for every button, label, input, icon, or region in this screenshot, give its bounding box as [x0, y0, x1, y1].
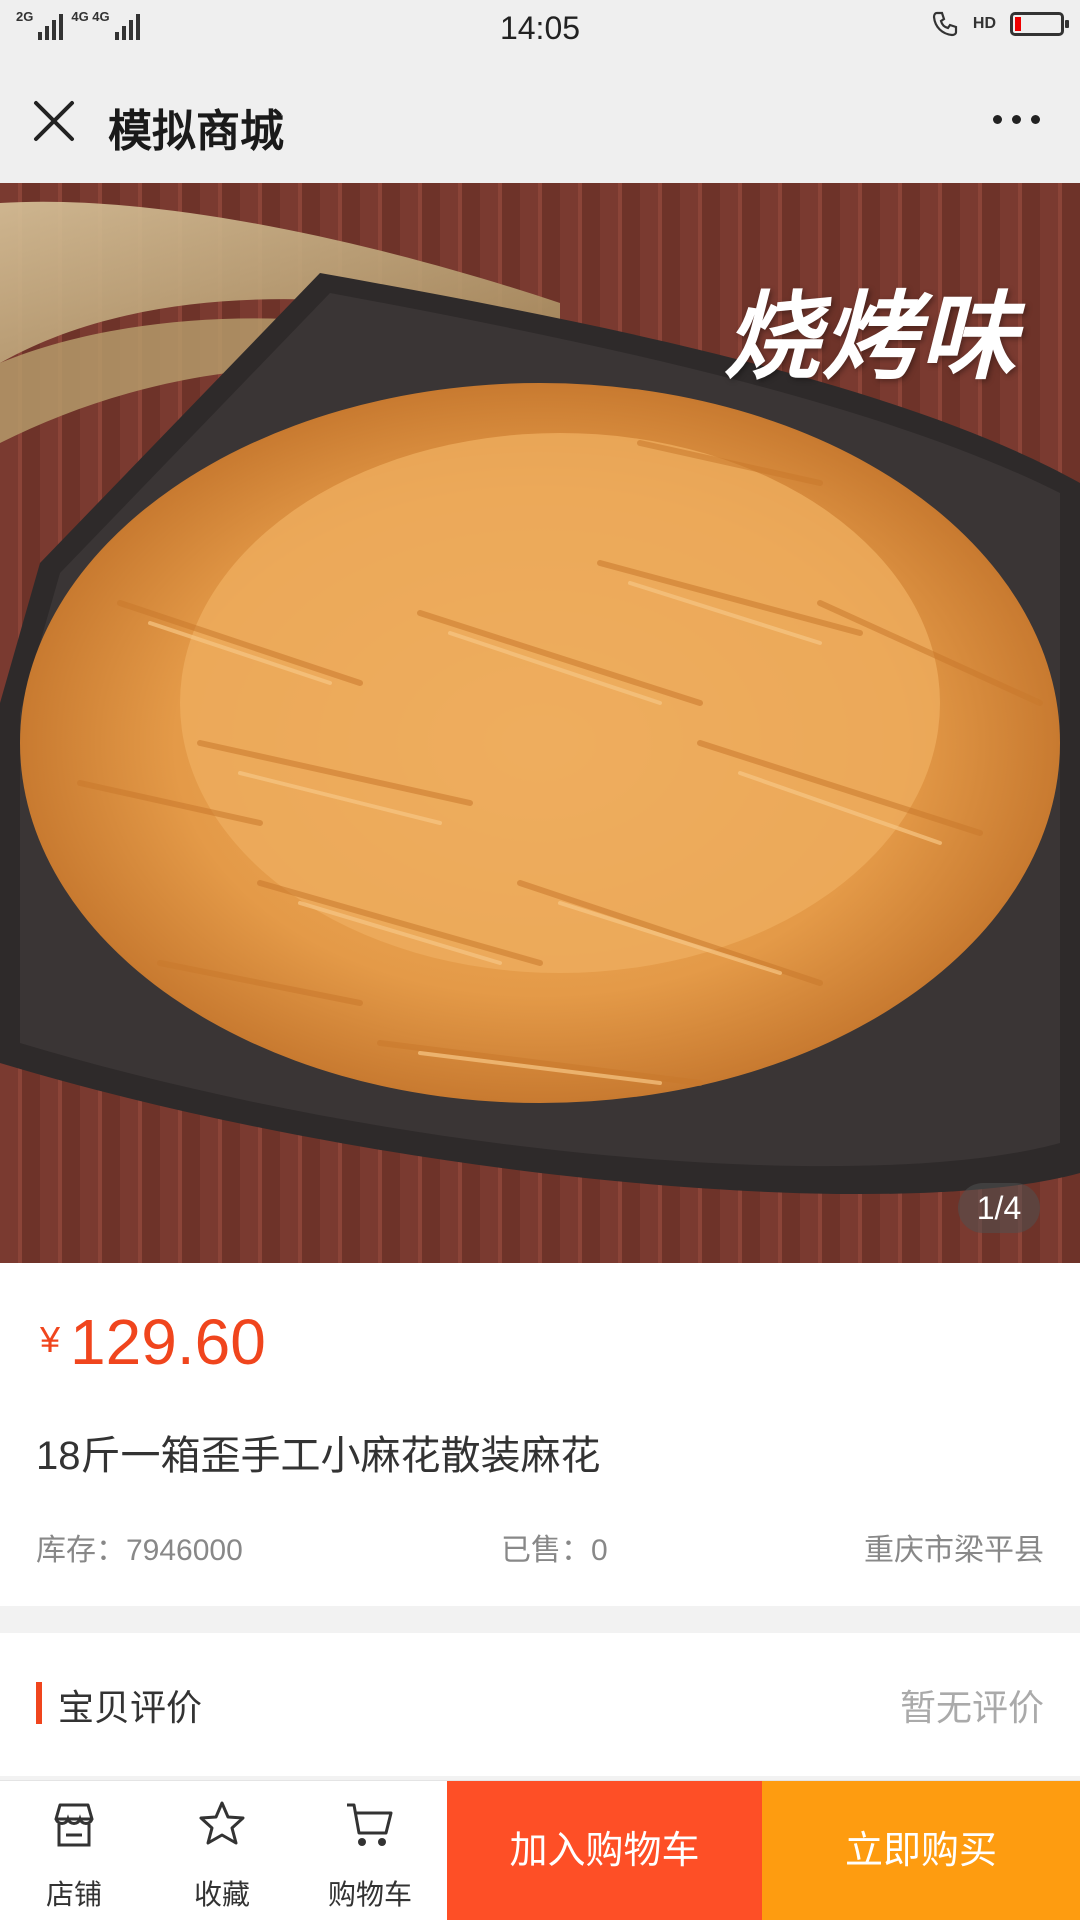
currency-symbol: ¥ — [40, 1319, 61, 1360]
page-title: 模拟商城 — [108, 107, 284, 156]
bottom-action-bar: 店铺 收藏 购物车 加入购物车 立即购买 — [0, 1780, 1080, 1920]
product-title: 18斤一箱歪手工小麻花散装麻花 — [36, 1434, 601, 1478]
favorite-button[interactable]: 收藏 — [148, 1781, 296, 1920]
product-info: ¥129.60 18斤一箱歪手工小麻花散装麻花 库存：7946000 已售：0 … — [0, 1263, 1080, 1606]
reviews-title: 宝贝评价 — [58, 1687, 203, 1728]
location: 重庆市梁平县 — [864, 1534, 1044, 1567]
shop-label: 店铺 — [45, 1879, 102, 1910]
buy-now-button[interactable]: 立即购买 — [762, 1781, 1080, 1920]
reviews-empty-label: 暂无评价 — [899, 1687, 1044, 1728]
favorite-label: 收藏 — [193, 1879, 250, 1910]
stock-count: 库存：7946000 — [36, 1534, 243, 1567]
star-icon — [199, 1801, 245, 1845]
reviews-section[interactable]: 宝贝评价 暂无评价 — [0, 1633, 1080, 1776]
status-bar: 2G 4G 4G 14:05 HD — [0, 0, 1080, 57]
shop-button[interactable]: 店铺 — [0, 1781, 148, 1920]
add-to-cart-button[interactable]: 加入购物车 — [447, 1781, 762, 1920]
price: ¥129.60 — [40, 1305, 266, 1379]
call-icon — [932, 11, 957, 37]
nav-bar: 模拟商城 — [0, 57, 1080, 183]
close-icon — [34, 101, 74, 141]
clock: 14:05 — [499, 10, 581, 46]
cart-button[interactable]: 购物车 — [296, 1781, 444, 1920]
cart-label: 购物车 — [327, 1879, 412, 1910]
cart-icon — [347, 1803, 393, 1846]
sold-count: 已售：0 — [501, 1534, 608, 1567]
product-image-carousel[interactable]: 烧烤味 1/4 — [0, 183, 1080, 1263]
product-meta: 库存：7946000 已售：0 重庆市梁平县 — [36, 1525, 1044, 1567]
image-counter: 1/4 — [958, 1183, 1040, 1233]
section-accent-bar — [36, 1682, 42, 1724]
status-right: HD — [931, 10, 1069, 38]
battery-icon — [1010, 12, 1069, 36]
product-page: 2G 4G 4G 14:05 HD 模拟商城 烧烤味 1/4 ¥ 129.60 … — [0, 0, 1080, 1920]
close-button[interactable] — [30, 97, 78, 145]
battery-level — [1015, 17, 1021, 31]
shop-icon — [54, 1803, 94, 1847]
image-caption: 烧烤味 — [724, 284, 1018, 391]
hd-label: HD — [972, 15, 996, 32]
more-icon — [993, 115, 1002, 124]
price-amount: 129.60 — [70, 1306, 266, 1378]
more-button[interactable] — [993, 115, 1040, 124]
